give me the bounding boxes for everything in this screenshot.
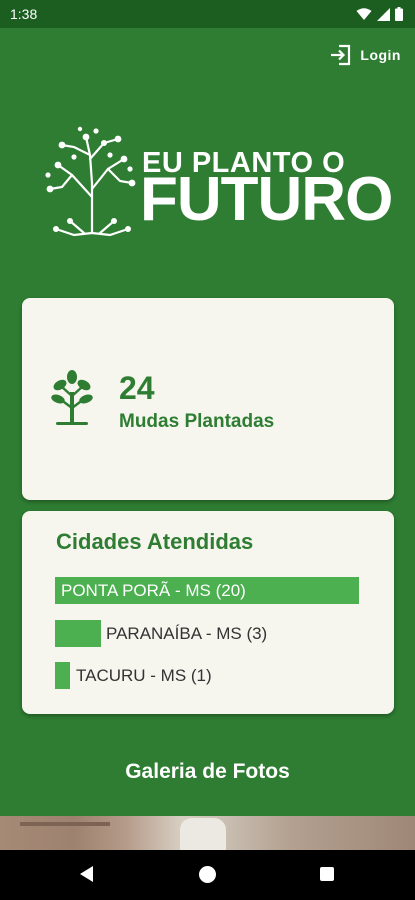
home-icon[interactable] <box>199 866 216 883</box>
city-label: PONTA PORÃ - MS (20) <box>61 581 246 600</box>
city-label: TACURU - MS (1) <box>76 666 212 685</box>
city-row: PONTA PORÃ - MS (20) <box>55 577 359 604</box>
gallery-title: Galeria de Fotos <box>125 760 290 783</box>
city-bar <box>55 620 101 647</box>
back-icon[interactable] <box>80 866 93 882</box>
recents-icon[interactable] <box>320 867 334 881</box>
navigation-bar <box>0 850 415 900</box>
planted-stats-card: 24 Mudas Plantadas <box>22 298 394 500</box>
wifi-icon <box>356 7 372 20</box>
city-row: TACURU - MS (1) <box>55 662 359 689</box>
photo-detail <box>180 818 226 850</box>
planted-count-label: Mudas Plantadas <box>119 411 275 432</box>
cities-card: Cidades Atendidas PONTA PORÃ - MS (20) P… <box>22 511 394 714</box>
login-button[interactable]: Login <box>330 44 401 66</box>
photo-detail <box>20 822 110 826</box>
sapling-icon <box>51 370 93 425</box>
login-label: Login <box>360 47 401 63</box>
cities-title: Cidades Atendidas <box>56 529 254 554</box>
city-bar <box>55 662 70 689</box>
gallery-photo[interactable] <box>0 816 415 850</box>
planted-count: 24 <box>119 370 155 406</box>
city-label: PARANAÍBA - MS (3) <box>106 624 268 643</box>
battery-icon <box>395 7 403 21</box>
logo-line2: FUTURO <box>140 165 393 234</box>
city-row: PARANAÍBA - MS (3) <box>55 620 359 647</box>
signal-icon <box>377 7 390 21</box>
tree-logo-icon <box>45 126 136 237</box>
app-logo: EU PLANTO O FUTURO <box>44 125 393 237</box>
status-icons <box>356 7 403 21</box>
main-screen: Login EU PLANTO O FUTURO 24 Mudas Planta… <box>0 28 415 850</box>
status-time: 1:38 <box>10 6 38 22</box>
login-icon <box>331 44 351 66</box>
status-bar: 1:38 <box>0 0 415 28</box>
